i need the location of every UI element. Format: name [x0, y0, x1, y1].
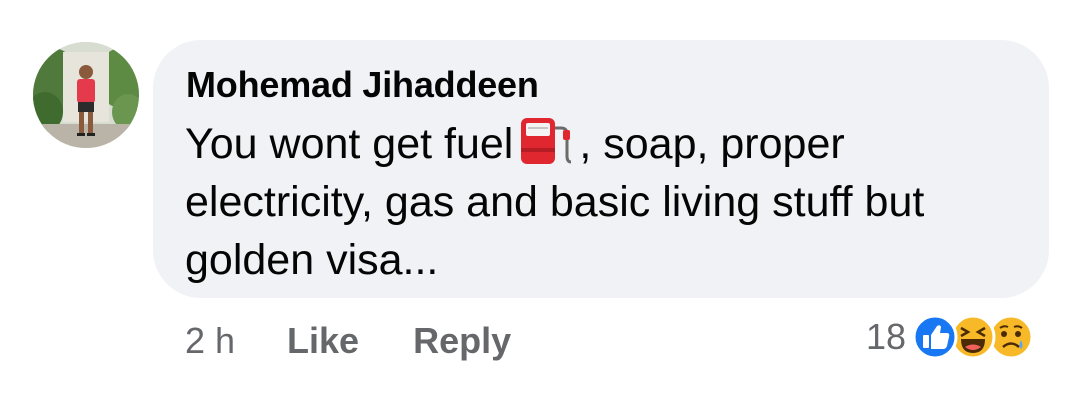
comment: Mohemad Jihaddeen You wont get fuel , soa…	[0, 0, 1080, 402]
reaction-count: 18	[866, 316, 907, 357]
comment-text-part-2: , soap, proper	[579, 120, 845, 168]
comment-text: You wont get fuel , soap, proper electric…	[185, 114, 1025, 289]
reply-button[interactable]: Reply	[413, 320, 511, 362]
reaction-icons	[912, 314, 1042, 360]
comment-actions: 2 h Like Reply	[185, 316, 511, 366]
comment-timestamp[interactable]: 2 h	[185, 320, 235, 362]
profile-photo-icon	[33, 42, 139, 148]
like-reaction-icon	[912, 314, 958, 360]
comment-bubble: Mohemad Jihaddeen You wont get fuel , soa…	[153, 40, 1049, 298]
avatar[interactable]	[33, 42, 139, 148]
fuel-pump-icon	[517, 114, 577, 166]
comment-text-part-1: You wont get fuel	[185, 120, 514, 168]
like-button[interactable]: Like	[287, 320, 359, 362]
comment-author[interactable]: Mohemad Jihaddeen	[186, 64, 539, 106]
comment-text-part-3: electricity, gas and basic living stuff …	[185, 178, 925, 284]
reactions-summary[interactable]: 18	[866, 312, 1042, 362]
